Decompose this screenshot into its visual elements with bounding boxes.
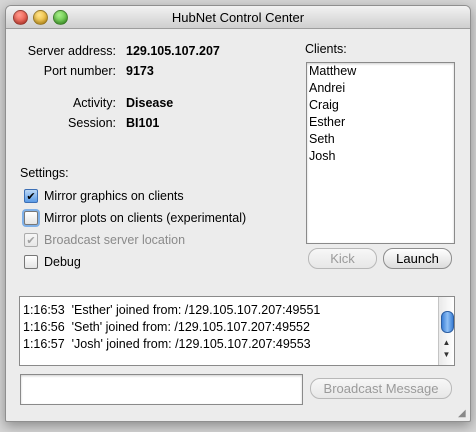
activity-label: Activity: bbox=[72, 96, 116, 110]
log-scrollbar[interactable]: ▲ ▼ bbox=[438, 297, 454, 365]
clients-label: Clients: bbox=[305, 42, 347, 56]
mirror-graphics-checkbox[interactable]: ✔ Mirror graphics on clients bbox=[24, 187, 184, 205]
log-line: 1:16:57 'Josh' joined from: /129.105.107… bbox=[23, 337, 311, 351]
settings-label: Settings: bbox=[20, 166, 69, 180]
checkmark-icon: ✔ bbox=[26, 190, 36, 203]
log-line: 1:16:53 'Esther' joined from: /129.105.1… bbox=[23, 303, 321, 317]
message-input[interactable] bbox=[20, 374, 303, 405]
session-value: BI101 bbox=[126, 116, 160, 130]
server-address-value: 129.105.107.207 bbox=[126, 44, 220, 58]
activity-value: Disease bbox=[126, 96, 174, 110]
window-title: HubNet Control Center bbox=[171, 10, 305, 25]
checkmark-icon: ✔ bbox=[26, 234, 36, 247]
checkbox-box[interactable] bbox=[24, 255, 38, 269]
activity-log[interactable]: 1:16:53 'Esther' joined from: /129.105.1… bbox=[19, 296, 455, 366]
client-item[interactable]: Esther bbox=[307, 114, 454, 131]
launch-button[interactable]: Launch bbox=[383, 248, 452, 269]
checkbox-box[interactable] bbox=[24, 211, 38, 225]
debug-label: Debug bbox=[44, 255, 81, 269]
scroll-thumb[interactable] bbox=[441, 311, 454, 333]
server-address-label: Server address: bbox=[27, 44, 116, 58]
client-item[interactable]: Matthew bbox=[307, 63, 454, 80]
checkbox-box[interactable]: ✔ bbox=[24, 189, 38, 203]
mirror-plots-checkbox[interactable]: Mirror plots on clients (experimental) bbox=[24, 209, 246, 227]
kick-button: Kick bbox=[308, 248, 377, 269]
client-item[interactable]: Andrei bbox=[307, 80, 454, 97]
client-item[interactable]: Josh bbox=[307, 148, 454, 165]
scroll-down-icon[interactable]: ▼ bbox=[439, 350, 454, 359]
port-number-label: Port number: bbox=[43, 64, 116, 78]
scroll-up-icon[interactable]: ▲ bbox=[439, 338, 454, 347]
client-item[interactable]: Seth bbox=[307, 131, 454, 148]
hubnet-window: HubNet Control Center Server address: 12… bbox=[5, 5, 471, 422]
resize-grip-icon[interactable]: ◢ bbox=[458, 409, 468, 419]
mirror-graphics-label: Mirror graphics on clients bbox=[44, 189, 184, 203]
broadcast-location-label: Broadcast server location bbox=[44, 233, 186, 247]
checkbox-box: ✔ bbox=[24, 233, 38, 247]
clients-list[interactable]: Matthew Andrei Craig Esther Seth Josh bbox=[306, 62, 455, 244]
client-item[interactable]: Craig bbox=[307, 97, 454, 114]
broadcast-location-checkbox: ✔ Broadcast server location bbox=[24, 231, 185, 249]
session-label: Session: bbox=[68, 116, 116, 130]
broadcast-message-button: Broadcast Message bbox=[310, 378, 452, 399]
port-number-value: 9173 bbox=[126, 64, 154, 78]
log-line: 1:16:56 'Seth' joined from: /129.105.107… bbox=[23, 320, 310, 334]
debug-checkbox[interactable]: Debug bbox=[24, 253, 81, 271]
mirror-plots-label: Mirror plots on clients (experimental) bbox=[44, 211, 247, 225]
title-bar[interactable]: HubNet Control Center bbox=[6, 6, 470, 29]
